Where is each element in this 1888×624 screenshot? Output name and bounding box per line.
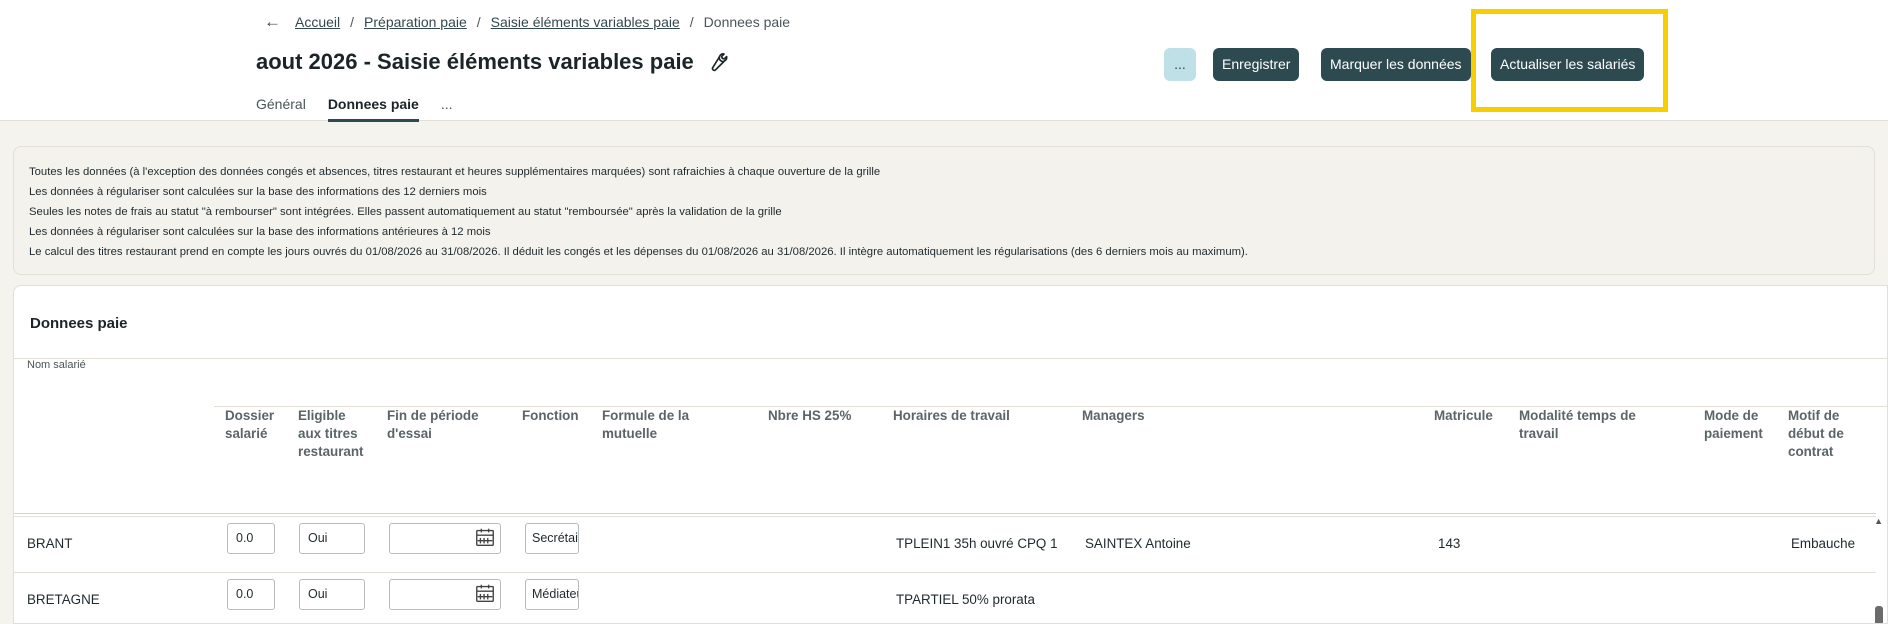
dossier-input[interactable]: 0.0 [227, 579, 275, 610]
save-button[interactable]: Enregistrer [1213, 48, 1300, 81]
divider [14, 513, 1876, 514]
fonction-field[interactable]: Médiateur [525, 579, 579, 610]
tab-general[interactable]: Général [256, 96, 306, 122]
info-line: Seules les notes de frais au statut "à r… [29, 206, 782, 218]
column-header-dossier: Dossier salarié [225, 408, 275, 441]
info-panel: Toutes les données (à l'exception des do… [13, 146, 1875, 275]
breadcrumb-current: Donnees paie [703, 14, 791, 30]
highlight-box [1471, 9, 1668, 112]
page-title: aout 2026 - Saisie éléments variables pa… [256, 49, 694, 74]
mark-data-button[interactable]: Marquer les données [1321, 48, 1471, 81]
fin-essai-date-input[interactable] [389, 579, 501, 610]
info-line: Les données à régulariser sont calculées… [29, 226, 491, 238]
managers-value: SAINTEX Antoine [1085, 536, 1191, 551]
divider [14, 358, 1887, 359]
info-line: Le calcul des titres restaurant prend en… [29, 246, 1248, 258]
info-line: Les données à régulariser sont calculées… [29, 186, 487, 198]
column-header-nom-salarie: Nom salarié [27, 359, 86, 371]
scrollbar-thumb[interactable] [1875, 606, 1883, 623]
column-header-fonction: Fonction [522, 408, 579, 423]
eligible-select[interactable]: Oui [299, 579, 365, 610]
calendar-icon[interactable] [474, 526, 496, 548]
breadcrumb-separator: / [350, 14, 355, 30]
breadcrumb-link-preparation-paie[interactable]: Préparation paie [364, 14, 467, 30]
wrench-icon[interactable] [706, 51, 728, 73]
tab-donnees-paie[interactable]: Donnees paie [327, 96, 419, 122]
column-header-mutuelle: Formule de la mutuelle [602, 408, 690, 441]
column-header-horaires: Horaires de travail [893, 408, 1010, 423]
column-header-hs25: Nbre HS 25% [768, 408, 852, 423]
breadcrumb-separator: / [476, 14, 481, 30]
dossier-input[interactable]: 0.0 [227, 523, 275, 554]
scroll-up-arrow-icon[interactable]: ▲ [1874, 516, 1883, 526]
page-title-row: aout 2026 - Saisie éléments variables pa… [256, 49, 728, 75]
fin-essai-date-input[interactable] [389, 523, 501, 554]
tab-bar: Général Donnees paie ... [256, 96, 475, 122]
breadcrumb-separator: / [689, 14, 694, 30]
grid-title: Donnees paie [30, 315, 128, 332]
info-line: Toutes les données (à l'exception des do… [29, 166, 881, 178]
row-name: BRETAGNE [27, 592, 100, 607]
divider [14, 516, 1876, 517]
matricule-value: 143 [1438, 536, 1461, 551]
motif-value: Embauche [1791, 536, 1856, 551]
column-header-eligible: Eligible aux titres restaurant [298, 408, 364, 459]
more-actions-button[interactable]: ... [1164, 48, 1196, 81]
column-header-matricule: Matricule [1434, 408, 1493, 423]
breadcrumb-link-accueil[interactable]: Accueil [295, 14, 340, 30]
column-header-motif: Motif de début de contrat [1788, 408, 1844, 459]
horaires-value: TPARTIEL 50% prorata [896, 592, 1035, 607]
column-header-mode-paiement: Mode de paiement [1704, 408, 1763, 441]
column-header-managers: Managers [1082, 408, 1145, 423]
calendar-icon[interactable] [474, 582, 496, 604]
row-name: BRANT [27, 536, 73, 551]
back-arrow-icon[interactable]: ← [264, 12, 281, 32]
horaires-value: TPLEIN1 35h ouvré CPQ 1 [896, 536, 1058, 551]
breadcrumb-link-saisie[interactable]: Saisie éléments variables paie [491, 14, 680, 30]
fonction-field[interactable]: Secrétaire [525, 523, 579, 554]
divider [14, 572, 1876, 573]
tab-more[interactable]: ... [441, 96, 453, 122]
eligible-select[interactable]: Oui [299, 523, 365, 554]
page-header: ← Accueil / Préparation paie / Saisie él… [0, 0, 1888, 122]
column-header-modalite: Modalité temps de travail [1519, 408, 1636, 441]
data-grid-card: Donnees paie Nom salarié Dossier salarié… [13, 285, 1888, 624]
column-header-fin-essai: Fin de période d'essai [387, 408, 479, 441]
breadcrumb: Accueil / Préparation paie / Saisie élém… [295, 14, 790, 30]
